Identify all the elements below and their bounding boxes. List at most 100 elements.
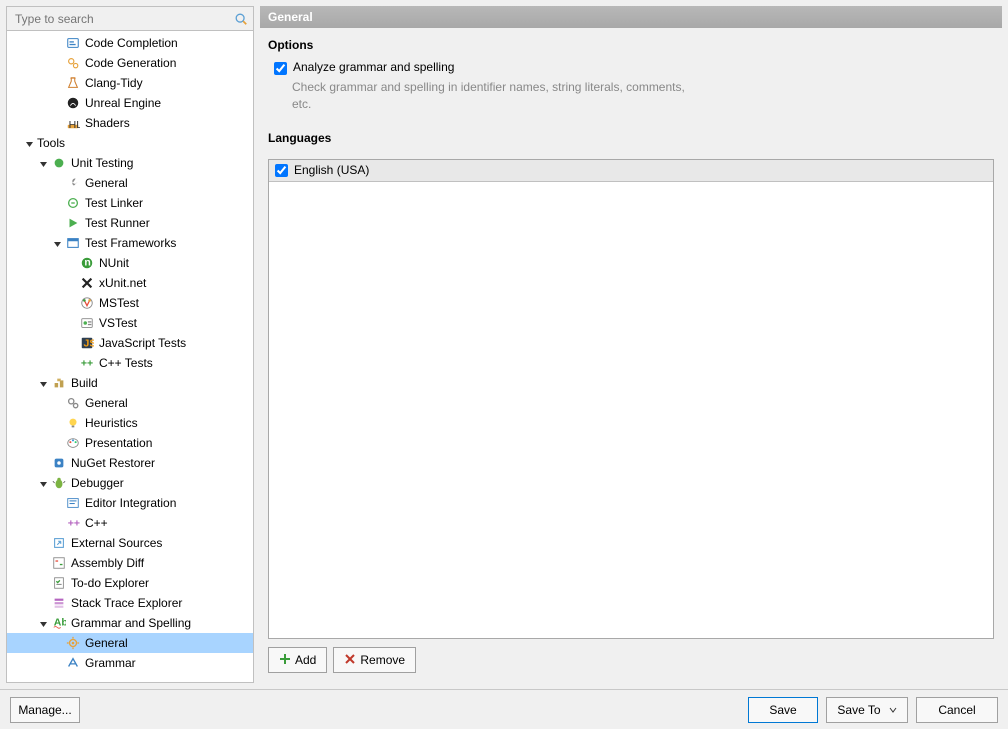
right-panel: General Options Analyze grammar and spel… — [260, 6, 1002, 683]
tree-item[interactable]: Build — [7, 373, 253, 393]
tree-item[interactable]: General — [7, 633, 253, 653]
tree-label: Code Generation — [85, 56, 176, 70]
svg-text:HLSL: HLSL — [69, 119, 80, 130]
languages-list: English (USA) — [268, 159, 994, 639]
tree-item[interactable]: Debugger — [7, 473, 253, 493]
svg-text:JS: JS — [84, 338, 95, 350]
tree-label: Stack Trace Explorer — [71, 596, 182, 610]
tree-label: C++ — [85, 516, 108, 530]
unreal-icon — [65, 95, 81, 111]
language-label: English (USA) — [294, 163, 369, 177]
tree-item[interactable]: Test Frameworks — [7, 233, 253, 253]
tree-item[interactable]: Presentation — [7, 433, 253, 453]
tree-label: To-do Explorer — [71, 576, 149, 590]
add-button[interactable]: Add — [268, 647, 327, 673]
language-checkbox[interactable] — [275, 164, 288, 177]
cancel-button[interactable]: Cancel — [916, 697, 998, 723]
tree-label: NuGet Restorer — [71, 456, 155, 470]
remove-label: Remove — [360, 653, 405, 667]
save-to-button[interactable]: Save To — [826, 697, 908, 723]
search-input[interactable] — [11, 8, 233, 30]
tree-item[interactable]: Heuristics — [7, 413, 253, 433]
analyze-checkbox[interactable] — [274, 62, 287, 75]
save-button[interactable]: Save — [748, 697, 818, 723]
spell-icon: Ab — [51, 615, 67, 631]
tree-item[interactable]: Clang-Tidy — [7, 73, 253, 93]
tree-label: Unreal Engine — [85, 96, 161, 110]
tree-label: Clang-Tidy — [85, 76, 143, 90]
tree-caret-icon[interactable] — [39, 478, 49, 488]
nuget-icon — [51, 455, 67, 471]
tree-label: Build — [71, 376, 98, 390]
tree-item[interactable]: General — [7, 393, 253, 413]
search-row — [7, 7, 253, 31]
bulb-icon — [65, 415, 81, 431]
tree-label: Test Runner — [85, 216, 150, 230]
tree-item[interactable]: JSJavaScript Tests — [7, 333, 253, 353]
tree-label: External Sources — [71, 536, 162, 550]
remove-button[interactable]: Remove — [333, 647, 416, 673]
tree-label: General — [85, 396, 128, 410]
tree-item[interactable]: Code Generation — [7, 53, 253, 73]
code-completion-icon — [65, 35, 81, 51]
tree-item[interactable]: MSTest — [7, 293, 253, 313]
tree-item[interactable]: Grammar — [7, 653, 253, 673]
tree-label: NUnit — [99, 256, 129, 270]
gears-icon — [65, 395, 81, 411]
tree-item[interactable]: Test Runner — [7, 213, 253, 233]
todo-icon — [51, 575, 67, 591]
tree-label: MSTest — [99, 296, 139, 310]
tree-caret-icon[interactable] — [53, 238, 63, 248]
tree-label: Test Linker — [85, 196, 143, 210]
chevron-down-icon — [889, 703, 897, 717]
tree-item[interactable]: xUnit.net — [7, 273, 253, 293]
tree-label: General — [85, 636, 128, 650]
add-label: Add — [295, 653, 316, 667]
wrench-icon — [65, 175, 81, 191]
editor-icon — [65, 495, 81, 511]
tree-item[interactable]: Tools — [7, 133, 253, 153]
tree-item[interactable]: ++ C++ — [7, 513, 253, 533]
gear-yellow-icon — [65, 635, 81, 651]
tree-item[interactable]: AbGrammar and Spelling — [7, 613, 253, 633]
js-icon: JS — [79, 335, 95, 351]
tree-item[interactable]: ++ C++ Tests — [7, 353, 253, 373]
tree-label: Editor Integration — [85, 496, 176, 510]
tree-item[interactable]: VSTest — [7, 313, 253, 333]
tree-item[interactable]: Stack Trace Explorer — [7, 593, 253, 613]
svg-text:n: n — [84, 257, 90, 269]
tree-item[interactable]: Editor Integration — [7, 493, 253, 513]
tree-label: General — [85, 176, 128, 190]
tree-label: Grammar — [85, 656, 136, 670]
language-row[interactable]: English (USA) — [269, 160, 993, 182]
cpp-icon: ++ — [79, 355, 95, 371]
link-green-icon — [65, 195, 81, 211]
tree-caret-icon[interactable] — [39, 618, 49, 628]
analyze-label: Analyze grammar and spelling — [293, 60, 454, 74]
diff-icon — [51, 555, 67, 571]
manage-button[interactable]: Manage... — [10, 697, 80, 723]
tree-item[interactable]: To-do Explorer — [7, 573, 253, 593]
cpp-plus-icon: ++ — [65, 515, 81, 531]
tree-item[interactable]: External Sources — [7, 533, 253, 553]
tree-item[interactable]: n NUnit — [7, 253, 253, 273]
tree-label: C++ Tests — [99, 356, 153, 370]
tree-item[interactable]: Test Linker — [7, 193, 253, 213]
tree-item[interactable]: HLSLShaders — [7, 113, 253, 133]
tree-item[interactable]: Unreal Engine — [7, 93, 253, 113]
tree-item[interactable]: General — [7, 173, 253, 193]
tree-item[interactable]: Assembly Diff — [7, 553, 253, 573]
tree-label: Presentation — [85, 436, 152, 450]
x-icon — [344, 653, 356, 668]
search-icon[interactable] — [233, 11, 249, 27]
tree-item[interactable]: Unit Testing — [7, 153, 253, 173]
settings-tree[interactable]: Code Completion Code Generation Clang-Tidy… — [7, 31, 253, 682]
tree-caret-icon[interactable] — [25, 138, 35, 148]
run-green-icon — [65, 215, 81, 231]
tree-caret-icon[interactable] — [39, 378, 49, 388]
tree-label: Debugger — [71, 476, 124, 490]
tree-item[interactable]: Code Completion — [7, 33, 253, 53]
tree-caret-icon[interactable] — [39, 158, 49, 168]
tree-item[interactable]: NuGet Restorer — [7, 453, 253, 473]
vstest-icon — [79, 315, 95, 331]
